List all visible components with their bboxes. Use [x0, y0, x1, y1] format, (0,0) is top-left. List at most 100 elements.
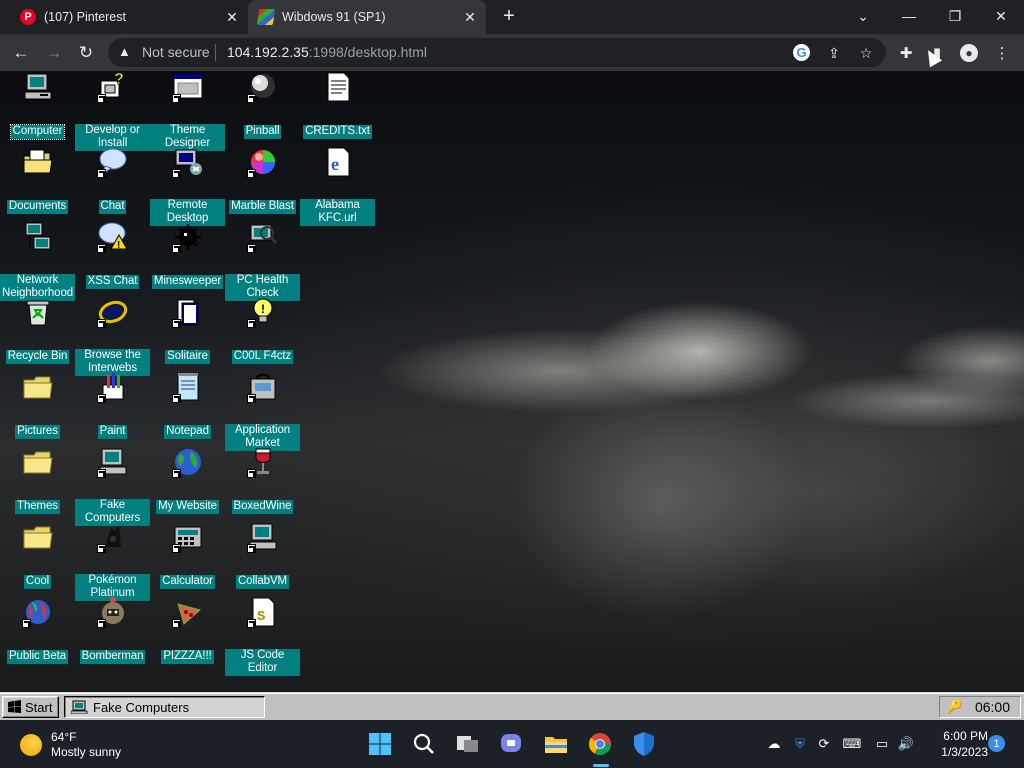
- desktop-icon-cool[interactable]: Cool: [0, 521, 75, 589]
- volume-icon[interactable]: 🔊: [896, 734, 916, 754]
- win9x-taskbar: Start Fake Computers 🔑 06:00: [0, 692, 1024, 720]
- shortcut-arrow-icon: [246, 94, 256, 103]
- google-lens-icon[interactable]: G: [793, 44, 810, 61]
- desktop-icon-label: Computer: [9, 124, 66, 140]
- reload-icon[interactable]: ↻: [73, 40, 99, 66]
- monitor-icon[interactable]: ▭: [872, 734, 892, 754]
- weather-widget[interactable]: 64°F Mostly sunny: [20, 728, 160, 760]
- desktop-icon-marble-blast[interactable]: Marble Blast: [225, 146, 300, 214]
- file-explorer-icon[interactable]: [542, 730, 570, 758]
- desktop-icon-fake-computers[interactable]: Fake Computers: [75, 446, 150, 526]
- desktop-icon-boxedwine[interactable]: BoxedWine: [225, 446, 300, 514]
- task-view-icon[interactable]: [454, 730, 482, 758]
- keyboard-icon[interactable]: ⌨: [842, 734, 862, 754]
- desktop-icon-themes[interactable]: Themes: [0, 446, 75, 514]
- shortcut-arrow-icon: [171, 619, 181, 628]
- svg-text:!: !: [261, 302, 265, 316]
- desktop-icon-bomberman[interactable]: Bomberman: [75, 596, 150, 664]
- minimize-icon[interactable]: ―: [894, 4, 924, 28]
- desktop-icon-network-neighborhood[interactable]: Network Neighborhood: [0, 221, 75, 301]
- windows-start-icon[interactable]: [366, 730, 394, 758]
- desktop-icon-pinball[interactable]: Pinball: [225, 71, 300, 139]
- desktop-icon-label: Pinball: [243, 125, 282, 139]
- desktop-icon-remote-desktop[interactable]: Remote Desktop: [150, 146, 225, 226]
- desktop-icon-public-beta[interactable]: Public Beta: [0, 596, 75, 664]
- notification-badge[interactable]: 1: [988, 735, 1005, 752]
- desktop-icon-recycle-bin[interactable]: Recycle Bin: [0, 296, 75, 364]
- tab-search-chevron-icon[interactable]: ⌄: [848, 4, 878, 28]
- collabvm-icon: [246, 521, 279, 553]
- wine-icon: [246, 446, 279, 478]
- chrome-icon[interactable]: [586, 730, 614, 758]
- desktop-icon-collabvm[interactable]: CollabVM: [225, 521, 300, 589]
- desktop-icon-js-code-editor[interactable]: S JS Code Editor: [225, 596, 300, 676]
- clock-date: 1/3/2023: [941, 745, 988, 759]
- restore-icon[interactable]: ❐: [940, 4, 970, 28]
- desktop-icon-chat[interactable]: Chat: [75, 146, 150, 214]
- tab-close-icon[interactable]: ✕: [222, 7, 242, 27]
- desktop-icon-application-market[interactable]: Application Market: [225, 371, 300, 451]
- desktop-icon-pizzza[interactable]: PIZZZA!!!: [150, 596, 225, 664]
- theme-designer-icon: [171, 71, 204, 103]
- desktop-icon-computer[interactable]: Computer: [0, 71, 75, 140]
- start-button[interactable]: Start: [2, 696, 59, 718]
- back-arrow-icon[interactable]: ←: [8, 40, 34, 66]
- shortcut-arrow-icon: [96, 619, 106, 628]
- desktop-icon-label: Solitaire: [165, 350, 210, 364]
- extensions-puzzle-icon[interactable]: ✚: [895, 42, 917, 64]
- profile-avatar-icon[interactable]: ●: [960, 44, 978, 62]
- desktop-icon-pictures[interactable]: Pictures: [0, 371, 75, 439]
- desktop-icon-c00l-f4ctz[interactable]: ! C00L F4ctz: [225, 296, 300, 364]
- desktop-icon-paint[interactable]: Paint: [75, 371, 150, 439]
- shortcut-arrow-icon: [96, 244, 106, 253]
- desktop-icon-solitaire[interactable]: Solitaire: [150, 296, 225, 364]
- folder-icon: [22, 521, 54, 553]
- active-app-indicator: [593, 764, 609, 767]
- calculator-icon: [171, 521, 204, 553]
- shortcut-arrow-icon: [21, 619, 31, 628]
- svg-text:S: S: [257, 609, 265, 625]
- desktop-icon-theme-designer[interactable]: Theme Designer: [150, 71, 225, 151]
- new-tab-button[interactable]: +: [498, 6, 520, 28]
- win11-clock[interactable]: 6:00 PM 1/3/2023: [930, 728, 988, 760]
- address-bar[interactable]: ▲ Not secure 104.192.2.35:1998/desktop.h…: [108, 38, 886, 67]
- bookmark-star-icon[interactable]: ☆: [856, 43, 876, 63]
- desktop-icon-xss-chat[interactable]: ! XSS Chat: [75, 221, 150, 289]
- tab-wibdows91[interactable]: Wibdows 91 (SP1) ✕: [248, 0, 486, 34]
- security-shield-icon[interactable]: ⛨: [790, 734, 810, 754]
- desktop-icon-label: Marble Blast: [229, 200, 296, 214]
- cloud-offline-icon[interactable]: ☁: [764, 734, 784, 754]
- desktop-icon-notepad[interactable]: Notepad: [150, 371, 225, 439]
- desktop-icon-pok-mon-platinum[interactable]: Pokémon Platinum: [75, 521, 150, 601]
- desktop-icon-label: Paint: [97, 425, 128, 439]
- tab-pinterest[interactable]: P (107) Pinterest ✕: [8, 0, 248, 34]
- key-icon[interactable]: 🔑: [946, 699, 962, 715]
- search-icon[interactable]: [410, 730, 438, 758]
- taskbar-window-button[interactable]: Fake Computers: [64, 696, 265, 718]
- desktop-icon-minesweeper[interactable]: Minesweeper: [150, 221, 225, 289]
- warning-triangle-icon[interactable]: ▲: [118, 44, 131, 59]
- desktop-icon-credits-txt[interactable]: CREDITS.txt: [300, 71, 375, 139]
- desktop-icon-calculator[interactable]: Calculator: [150, 521, 225, 589]
- browser-icon: [96, 296, 129, 328]
- desktop[interactable]: Computer ? Develop or Install Theme Designe…: [0, 71, 1024, 692]
- menu-kebab-icon[interactable]: ⋮: [991, 42, 1013, 64]
- security-label[interactable]: Not secure: [142, 44, 210, 60]
- desktop-icon-documents[interactable]: Documents: [0, 146, 75, 214]
- tab-close-icon[interactable]: ✕: [460, 7, 480, 27]
- defender-shield-icon[interactable]: [630, 730, 658, 758]
- share-icon[interactable]: ⇪: [824, 43, 844, 63]
- desktop-icon-pc-health-check[interactable]: PC Health Check: [225, 221, 300, 301]
- teams-chat-icon[interactable]: [498, 730, 526, 758]
- url-text[interactable]: 104.192.2.35:1998/desktop.html: [227, 44, 427, 60]
- desktop-icon-alabama-kfc-url[interactable]: e Alabama KFC.url: [300, 146, 375, 226]
- forward-arrow-icon[interactable]: →: [41, 40, 67, 66]
- desktop-icon-browse-the-interwebs[interactable]: Browse the Interwebs: [75, 296, 150, 376]
- desktop-icon-develop-or-install[interactable]: ? Develop or Install: [75, 71, 150, 151]
- tray-clock[interactable]: 06:00: [975, 699, 1010, 715]
- window-close-icon[interactable]: ✕: [986, 4, 1016, 28]
- desktop-icon-my-website[interactable]: My Website: [150, 446, 225, 514]
- desktop-icon-label: Minesweeper: [151, 275, 224, 289]
- desktop-icon-label: C00L F4ctz: [231, 350, 294, 364]
- sync-icon[interactable]: ⟳: [814, 734, 834, 754]
